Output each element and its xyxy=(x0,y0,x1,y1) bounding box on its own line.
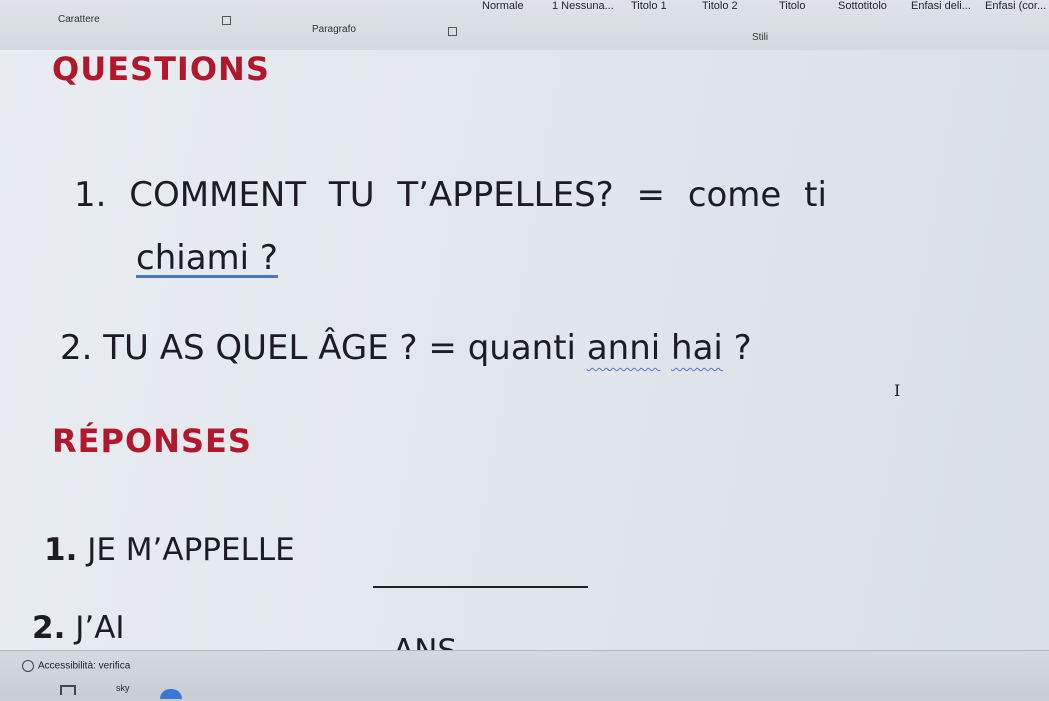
answer-1-text: JE M’APPELLE xyxy=(87,532,295,568)
spell-flag-hai[interactable]: hai xyxy=(671,328,723,368)
question-2: 2. TU AS QUEL ÂGE ? = quanti anni hai ? xyxy=(60,328,752,368)
answer-2-number: 2. xyxy=(32,610,66,646)
answer-2: 2. J’AI xyxy=(32,610,125,646)
font-dialog-launcher-icon[interactable] xyxy=(222,16,231,25)
answers-heading: RÉPONSES xyxy=(52,422,252,460)
accessibility-icon xyxy=(22,660,34,672)
question-1: 1. COMMENT TU T’APPELLES? = come ti xyxy=(74,175,827,215)
answer-2-text: J’AI xyxy=(75,610,125,646)
accessibility-status[interactable]: Accessibilità: verifica xyxy=(22,660,130,672)
question-1-continuation: chiami ? xyxy=(136,238,278,278)
status-bar: Accessibilità: verifica sky xyxy=(0,650,1049,701)
style-no-spacing[interactable]: 1 Nessuna... xyxy=(552,0,614,12)
question-2-text: TU AS QUEL ÂGE ? = quanti xyxy=(103,328,587,368)
answer-1-blank xyxy=(373,586,588,588)
question-2-number: 2. xyxy=(60,328,93,368)
question-1-text: COMMENT TU T’APPELLES? = come ti xyxy=(129,175,827,215)
font-group-label: Carattere xyxy=(58,14,100,25)
taskbar-icon[interactable] xyxy=(60,685,76,695)
answer-1-number: 1. xyxy=(44,532,78,568)
questions-heading: QUESTIONS xyxy=(52,50,270,88)
style-title[interactable]: Titolo xyxy=(779,0,806,12)
spell-flag-anni[interactable]: anni xyxy=(587,328,660,368)
question-2-end: ? xyxy=(722,328,752,368)
ribbon: Carattere Paragrafo Stili Normale 1 Ness… xyxy=(0,0,1049,51)
style-heading-2[interactable]: Titolo 2 xyxy=(702,0,738,12)
style-emphasis[interactable]: Enfasi (cor... xyxy=(985,0,1046,12)
style-subtitle[interactable]: Sottotitolo xyxy=(838,0,887,12)
taskbar-label: sky xyxy=(116,683,130,693)
accessibility-label: Accessibilità: verifica xyxy=(38,660,131,672)
style-heading-1[interactable]: Titolo 1 xyxy=(631,0,667,12)
answer-1: 1. JE M’APPELLE xyxy=(44,532,295,568)
style-subtle-emphasis[interactable]: Enfasi deli... xyxy=(911,0,971,12)
document-page[interactable]: QUESTIONS 1. COMMENT TU T’APPELLES? = co… xyxy=(0,50,1049,669)
taskbar-app-icon[interactable] xyxy=(160,689,182,699)
text-cursor-icon: I xyxy=(894,381,901,400)
paragraph-group-label: Paragrafo xyxy=(312,24,356,35)
style-normal[interactable]: Normale xyxy=(482,0,524,12)
paragraph-dialog-launcher-icon[interactable] xyxy=(448,27,457,36)
styles-group-label: Stili xyxy=(752,32,769,43)
question-1-number: 1. xyxy=(74,175,107,215)
question-2-space xyxy=(660,328,671,368)
